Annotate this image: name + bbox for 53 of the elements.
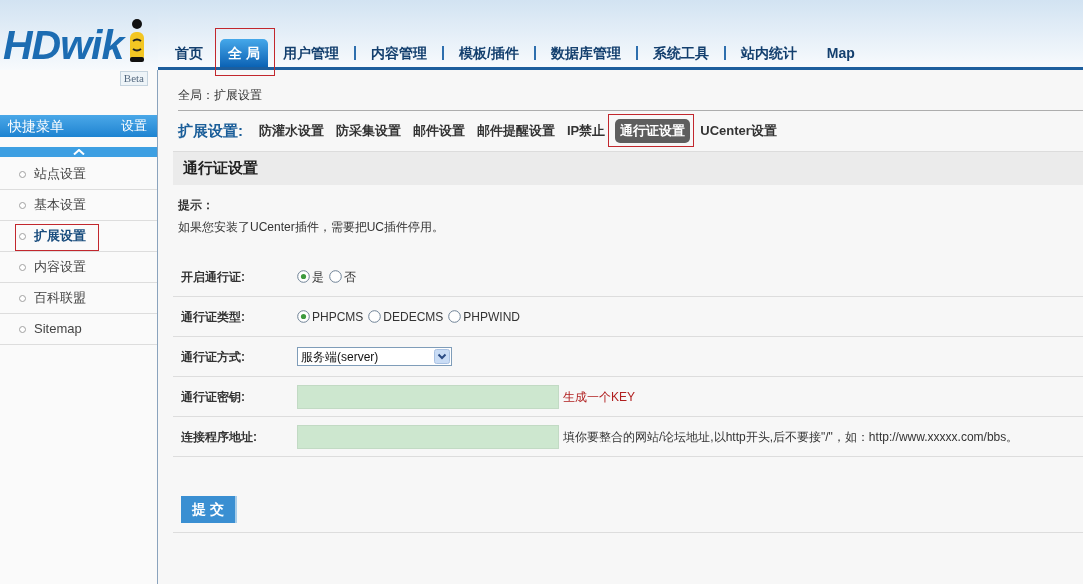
sidebar-item[interactable]: 基本设置 (19, 195, 86, 215)
nav-tab[interactable]: 站内统计 (725, 39, 812, 67)
sidebar-item[interactable]: 内容设置 (19, 257, 86, 277)
radio-option[interactable]: 否 (329, 267, 356, 286)
subnav-tab[interactable]: IP禁止 (561, 121, 612, 141)
field-label: 通行证密钥: (180, 388, 246, 406)
generate-key-link[interactable]: 生成一个KEY (563, 387, 635, 406)
radio-option[interactable]: 是 (297, 267, 324, 286)
subnav-tab[interactable]: UCenter设置 (694, 121, 783, 141)
nav-tab[interactable]: Map (811, 39, 870, 67)
field-label: 开启通行证: (180, 268, 246, 286)
input-field[interactable] (297, 424, 559, 449)
section-title: 通行证设置 (173, 151, 1083, 185)
tip-text: 如果您安装了UCenter插件，需要把UC插件停用。 (178, 219, 445, 236)
sidebar-item[interactable]: Sitemap (19, 319, 82, 339)
bullet-icon (19, 232, 26, 240)
input-field[interactable] (297, 384, 559, 409)
sidebar-item[interactable]: 扩展设置 (19, 226, 86, 246)
field-label: 连接程序地址: (180, 428, 258, 446)
select-field[interactable]: 服务端(server) (297, 347, 452, 366)
nav-tab[interactable]: 系统工具 (637, 39, 724, 67)
caret-up-icon (72, 149, 85, 155)
bullet-icon (19, 263, 26, 271)
radio-option[interactable]: DEDECMS (368, 307, 444, 326)
nav-tab[interactable]: 数据库管理 (535, 39, 636, 67)
subnav-title: 扩展设置: (178, 120, 243, 141)
collapse-bar[interactable] (0, 147, 157, 157)
bullet-icon (19, 201, 26, 209)
bullet-icon (19, 325, 26, 333)
tip-title: 提示： (178, 197, 215, 214)
hint-text: 填你要整合的网站/论坛地址,以http开头,后不要接"/"，如：http://www.xxxxx.com/bbs。 (563, 428, 1019, 446)
sidebar-item[interactable]: 百科联盟 (19, 288, 86, 308)
field-label: 通行证类型: (180, 308, 246, 326)
subnav-tab[interactable]: 防采集设置 (330, 121, 407, 141)
radio-option[interactable]: PHPCMS (297, 307, 364, 326)
logo-text: HDwik (3, 23, 124, 67)
nav-tab[interactable]: 全 局 (220, 39, 268, 67)
bullet-icon (19, 294, 26, 302)
nav-tab[interactable]: 首页 (160, 39, 218, 67)
nav-tab[interactable]: 用户管理 (267, 39, 354, 67)
nav-tab[interactable]: 模板/插件 (443, 39, 534, 67)
field-label: 通行证方式: (180, 348, 246, 366)
breadcrumb: 全局：扩展设置 (178, 87, 262, 104)
subnav-tab[interactable]: 通行证设置 (615, 119, 691, 143)
subnav-tab[interactable]: 防灌水设置 (253, 121, 330, 141)
radio-option[interactable]: PHPWIND (448, 307, 521, 326)
sidebar-item[interactable]: 站点设置 (19, 164, 86, 184)
nav-tab[interactable]: 内容管理 (355, 39, 442, 67)
beta-badge: Beta (119, 71, 148, 86)
subnav-tab[interactable]: 邮件提醒设置 (471, 121, 561, 141)
bullet-icon (19, 170, 26, 178)
sidebar-title: 快捷菜单 (8, 116, 64, 136)
subnav-tab[interactable]: 邮件设置 (407, 121, 471, 141)
